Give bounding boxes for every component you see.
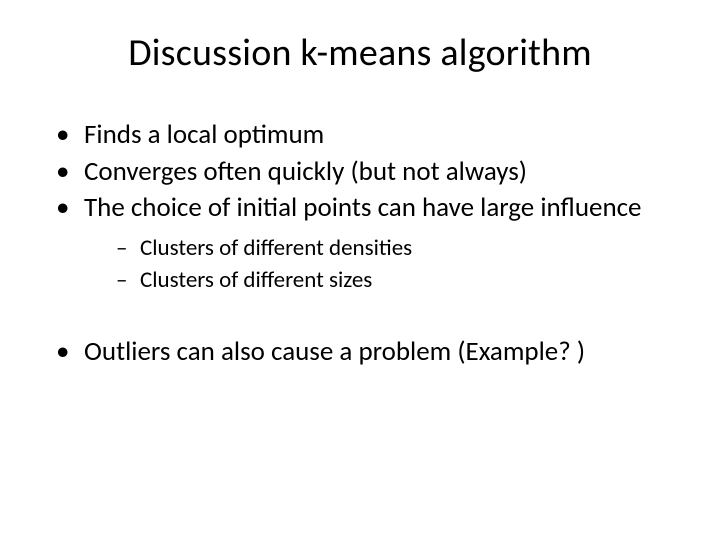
bullet-list: Outliers can also cause a problem (Examp… — [56, 335, 672, 370]
slide-title: Discussion k-means algorithm — [48, 30, 672, 76]
sub-bullet-item: Clusters of different densities — [116, 234, 672, 264]
sub-bullet-item: Clusters of different sizes — [116, 266, 672, 296]
sub-bullet-list: Clusters of different densities Clusters… — [116, 234, 672, 296]
bullet-item: Outliers can also cause a problem (Examp… — [56, 335, 672, 370]
bullet-list: Finds a local optimum Converges often qu… — [56, 118, 672, 295]
bullet-text: Outliers can also cause a problem (Examp… — [84, 335, 585, 368]
sub-bullet-text: Clusters of different sizes — [140, 266, 372, 294]
bullet-item: Converges often quickly (but not always) — [56, 155, 672, 190]
bullet-text: The choice of initial points can have la… — [84, 191, 642, 224]
bullet-text: Converges often quickly (but not always) — [84, 155, 527, 188]
bullet-item: Finds a local optimum — [56, 118, 672, 153]
sub-bullet-text: Clusters of different densities — [140, 234, 412, 262]
spacer — [48, 297, 672, 335]
bullet-item: The choice of initial points can have la… — [56, 191, 672, 295]
bullet-text: Finds a local optimum — [84, 118, 324, 151]
slide: Discussion k-means algorithm Finds a loc… — [0, 0, 720, 540]
